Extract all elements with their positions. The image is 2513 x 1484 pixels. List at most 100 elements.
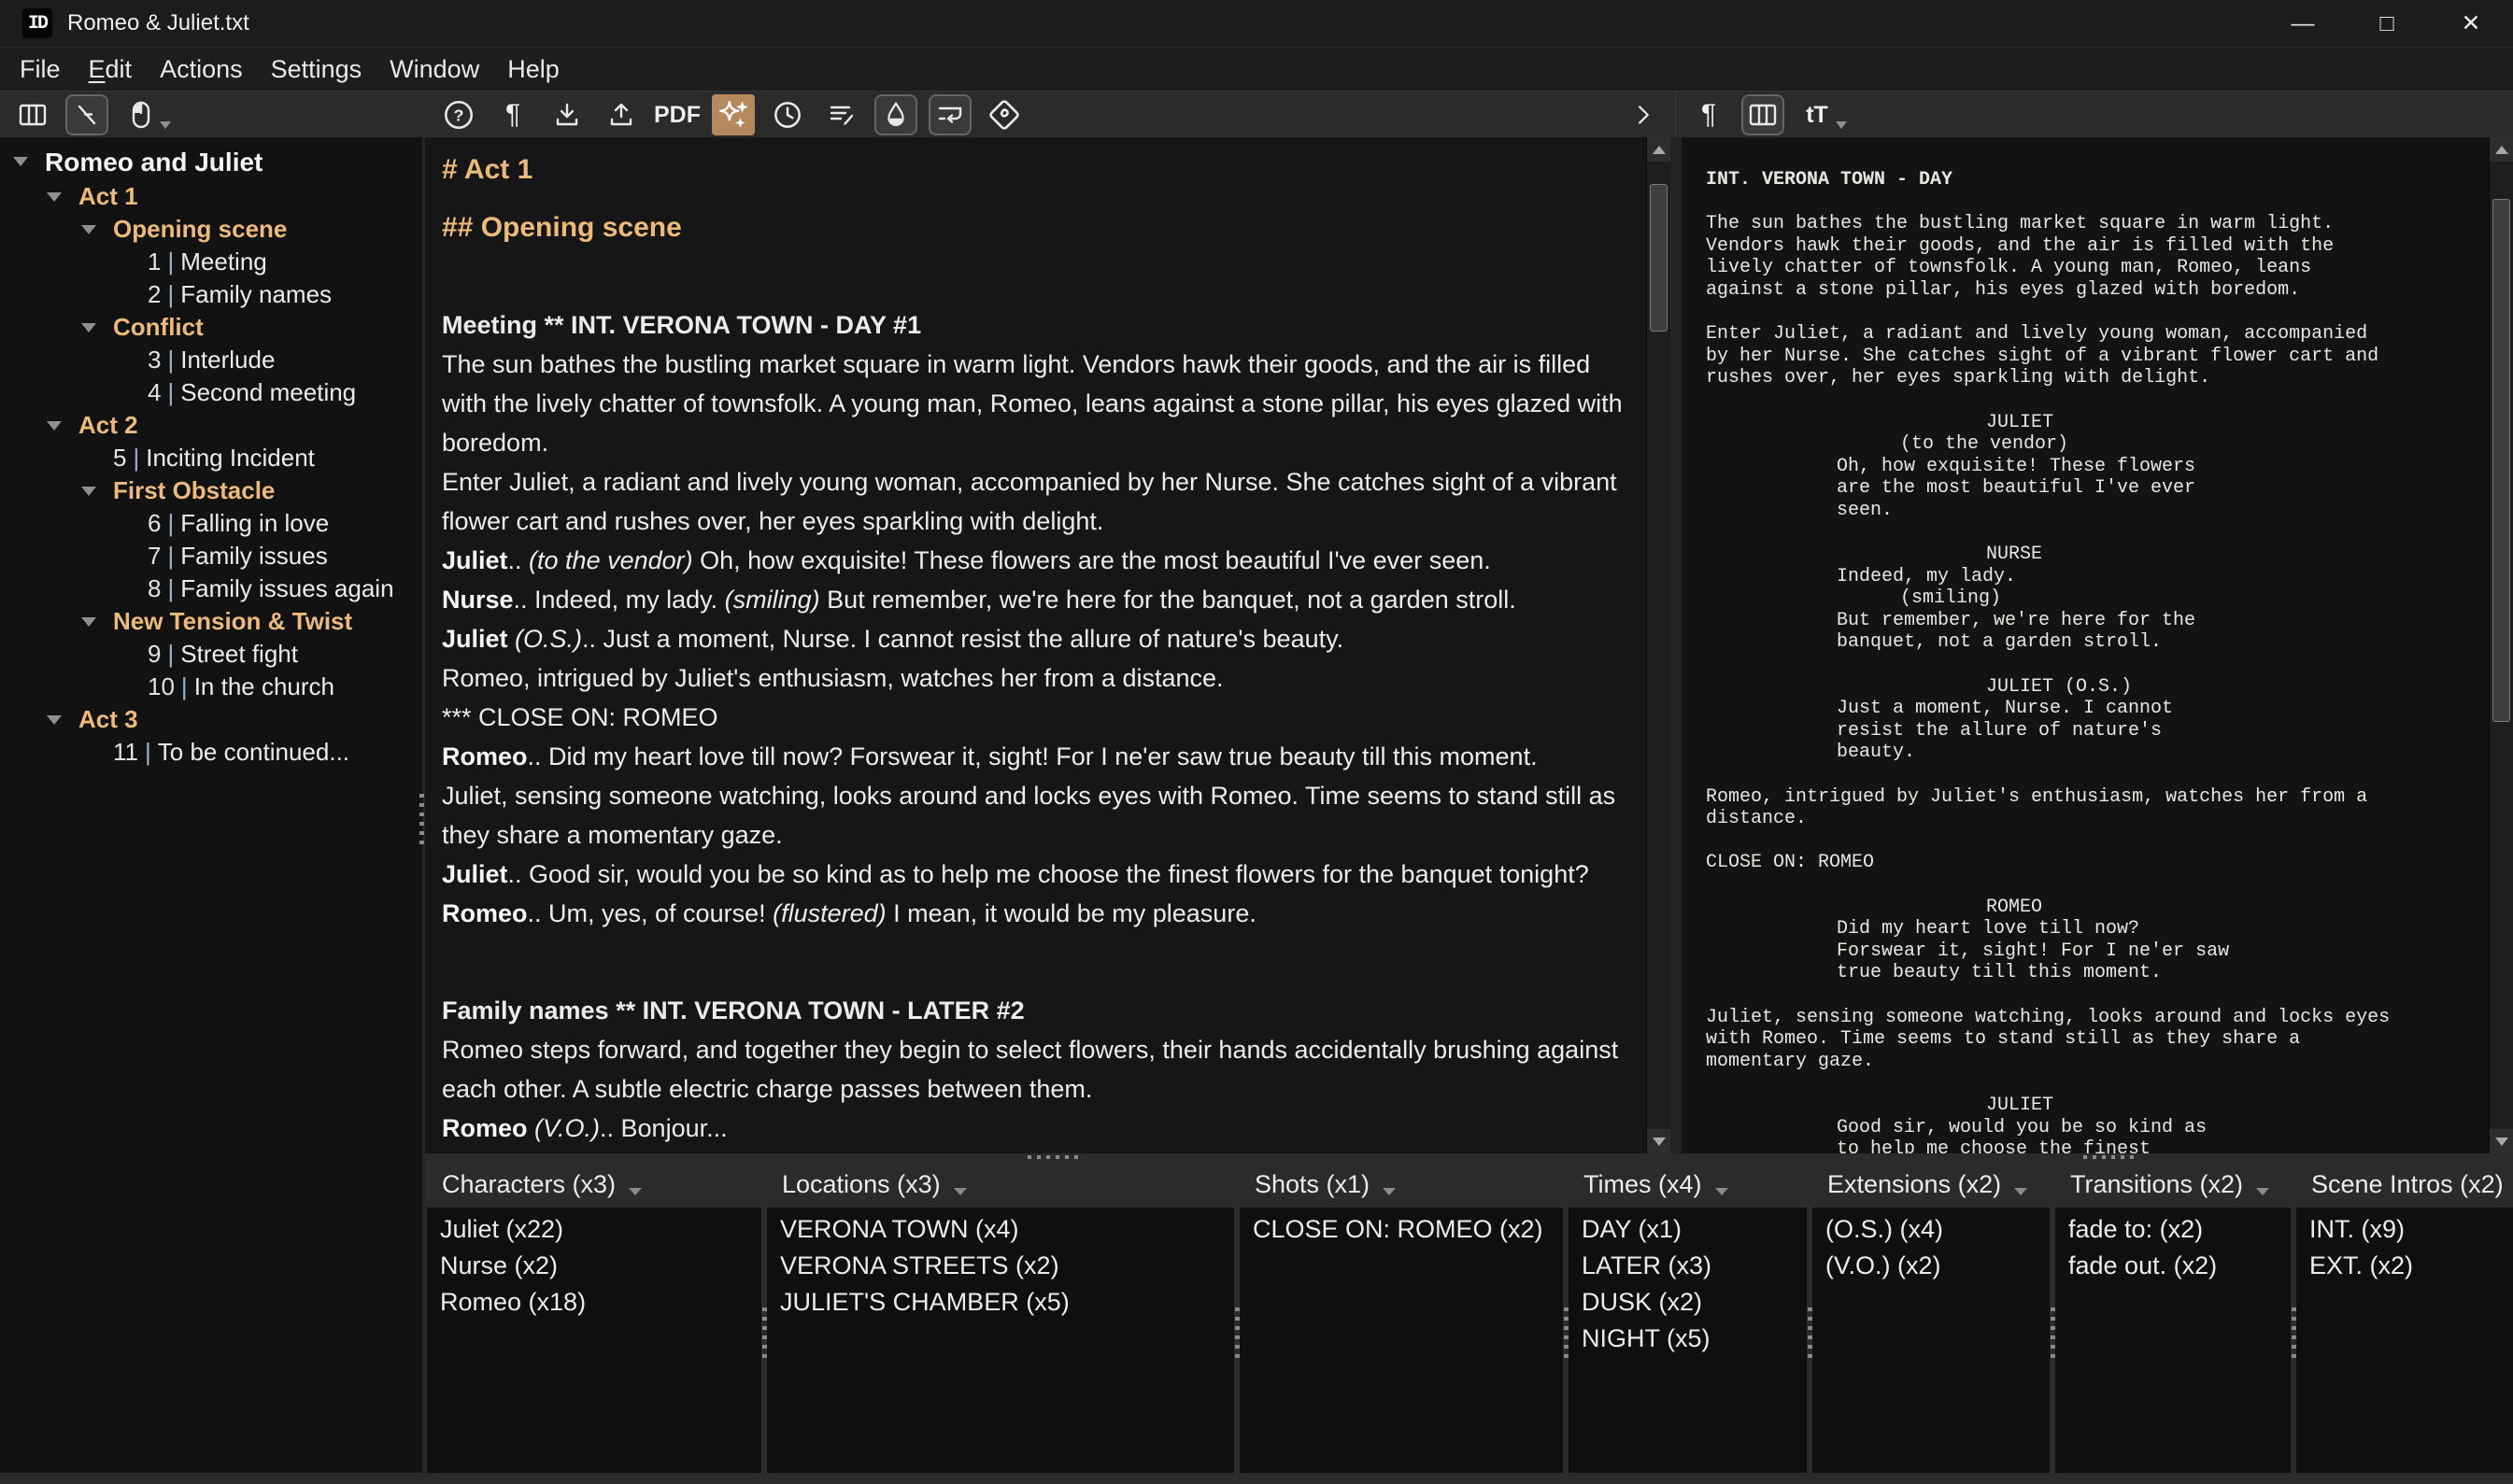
panel-splitter-grip[interactable] bbox=[1808, 1307, 1812, 1364]
list-item[interactable]: VERONA STREETS (x2) bbox=[780, 1248, 1234, 1284]
toolbar-overflow-button[interactable] bbox=[1622, 94, 1665, 135]
outline-item-opening-scene[interactable]: Opening scene bbox=[0, 213, 422, 246]
outline-item-4[interactable]: 4|Second meeting bbox=[0, 376, 422, 409]
outline-item-act-2[interactable]: Act 2 bbox=[0, 409, 422, 442]
text-wrap-button[interactable] bbox=[929, 94, 972, 135]
panel-splitter-grip[interactable] bbox=[2292, 1307, 2296, 1364]
minimize-button[interactable]: — bbox=[2261, 0, 2345, 47]
line-tool-button[interactable] bbox=[65, 94, 108, 135]
list-item[interactable]: Juliet (x22) bbox=[440, 1211, 761, 1248]
chevron-down-icon[interactable] bbox=[81, 225, 96, 234]
list-item[interactable]: CLOSE ON: ROMEO (x2) bbox=[1253, 1211, 1563, 1248]
outline-item-11[interactable]: 11|To be continued... bbox=[0, 736, 422, 769]
panel-splitter-grip[interactable] bbox=[1235, 1307, 1240, 1364]
chevron-down-icon[interactable] bbox=[47, 715, 62, 725]
list-item[interactable]: (V.O.) (x2) bbox=[1825, 1248, 2050, 1284]
outline-item-3[interactable]: 3|Interlude bbox=[0, 344, 422, 376]
outline-item-first-obstacle[interactable]: First Obstacle bbox=[0, 474, 422, 507]
list-item[interactable]: Nurse (x2) bbox=[440, 1248, 761, 1284]
chevron-down-icon[interactable] bbox=[81, 323, 96, 332]
preview-scroll-track[interactable] bbox=[2490, 162, 2513, 1129]
list-item[interactable]: DAY (x1) bbox=[1582, 1211, 1807, 1248]
edit-notes-button[interactable] bbox=[820, 94, 863, 135]
import-button[interactable] bbox=[546, 94, 589, 135]
chevron-down-icon[interactable] bbox=[2014, 1188, 2027, 1195]
help-button[interactable]: ? bbox=[437, 94, 480, 135]
chevron-down-icon[interactable] bbox=[81, 487, 96, 496]
export-button[interactable] bbox=[600, 94, 643, 135]
pdf-export-button[interactable]: PDF bbox=[654, 94, 701, 135]
menu-window[interactable]: Window bbox=[376, 55, 493, 84]
menu-help[interactable]: Help bbox=[493, 55, 574, 84]
sidebar-splitter-grip[interactable] bbox=[419, 794, 424, 850]
text-size-button[interactable]: tT bbox=[1796, 94, 1839, 135]
preview-scroll-down-button[interactable] bbox=[2490, 1129, 2513, 1153]
chevron-down-icon[interactable] bbox=[47, 421, 62, 431]
preview-scroll-thumb[interactable] bbox=[2492, 199, 2510, 722]
chevron-down-icon[interactable] bbox=[47, 192, 62, 202]
list-item[interactable]: fade to: (x2) bbox=[2068, 1211, 2291, 1248]
list-item[interactable]: EXT. (x2) bbox=[2309, 1248, 2513, 1284]
list-item[interactable]: NIGHT (x5) bbox=[1582, 1321, 1807, 1357]
panel-header[interactable]: Extensions (x2) bbox=[1812, 1161, 2050, 1208]
sparkles-button[interactable] bbox=[712, 94, 755, 135]
splitter-grip[interactable] bbox=[1028, 1155, 1080, 1159]
preview-scroll-up-button[interactable] bbox=[2490, 137, 2513, 162]
panel-header[interactable]: Shots (x1) bbox=[1240, 1161, 1563, 1208]
editor-preview-splitter[interactable] bbox=[1670, 137, 1682, 1153]
menu-edit[interactable]: Edit bbox=[75, 55, 147, 84]
chevron-down-icon[interactable] bbox=[13, 157, 28, 166]
list-item[interactable]: VERONA TOWN (x4) bbox=[780, 1211, 1234, 1248]
bottom-splitter[interactable] bbox=[425, 1153, 2513, 1161]
panel-splitter-grip[interactable] bbox=[1564, 1307, 1569, 1364]
list-item[interactable]: (O.S.) (x4) bbox=[1825, 1211, 2050, 1248]
panel-splitter-grip[interactable] bbox=[762, 1307, 767, 1364]
chevron-down-icon[interactable] bbox=[629, 1188, 642, 1195]
outline-item-7[interactable]: 7|Family issues bbox=[0, 540, 422, 572]
editor-scrollbar[interactable] bbox=[1646, 137, 1670, 1153]
editor-scroll-down-button[interactable] bbox=[1647, 1129, 1670, 1153]
preview-pilcrow-button[interactable]: ¶ bbox=[1687, 94, 1730, 135]
panel-header[interactable]: Locations (x3) bbox=[767, 1161, 1234, 1208]
list-item[interactable]: fade out. (x2) bbox=[2068, 1248, 2291, 1284]
chevron-down-icon[interactable] bbox=[954, 1188, 967, 1195]
panel-header[interactable]: Times (x4) bbox=[1569, 1161, 1807, 1208]
list-item[interactable]: INT. (x9) bbox=[2309, 1211, 2513, 1248]
maximize-button[interactable]: □ bbox=[2345, 0, 2429, 47]
list-item[interactable]: DUSK (x2) bbox=[1582, 1284, 1807, 1321]
list-item[interactable]: Romeo (x18) bbox=[440, 1284, 761, 1321]
chevron-down-icon[interactable] bbox=[2256, 1188, 2269, 1195]
list-item[interactable]: JULIET'S CHAMBER (x5) bbox=[780, 1284, 1234, 1321]
outline-item-9[interactable]: 9|Street fight bbox=[0, 638, 422, 671]
outline-item-romeo-and-juliet[interactable]: Romeo and Juliet bbox=[0, 145, 422, 180]
columns-view-button[interactable] bbox=[11, 94, 54, 135]
outline-item-10[interactable]: 10|In the church bbox=[0, 671, 422, 703]
splitter-grip[interactable] bbox=[2083, 1155, 2136, 1159]
panel-splitter-grip[interactable] bbox=[2051, 1307, 2055, 1364]
mouse-mode-button[interactable] bbox=[120, 94, 163, 135]
outline-item-1[interactable]: 1|Meeting bbox=[0, 246, 422, 278]
outline-item-conflict[interactable]: Conflict bbox=[0, 311, 422, 344]
ink-drop-button[interactable] bbox=[874, 94, 917, 135]
chevron-down-icon[interactable] bbox=[1715, 1188, 1728, 1195]
editor-scroll-up-button[interactable] bbox=[1647, 137, 1670, 162]
panel-header[interactable]: Transitions (x2) bbox=[2055, 1161, 2291, 1208]
preview-columns-button[interactable] bbox=[1741, 94, 1784, 135]
list-item[interactable]: LATER (x3) bbox=[1582, 1248, 1807, 1284]
fountain-button[interactable] bbox=[983, 94, 1026, 135]
history-button[interactable] bbox=[766, 94, 809, 135]
outline-item-new-tension-twist[interactable]: New Tension & Twist bbox=[0, 605, 422, 638]
panel-header[interactable]: Characters (x3) bbox=[427, 1161, 761, 1208]
menu-settings[interactable]: Settings bbox=[257, 55, 376, 84]
preview-scrollbar[interactable] bbox=[2489, 137, 2513, 1153]
pilcrow-button[interactable]: ¶ bbox=[491, 94, 534, 135]
editor-scroll-thumb[interactable] bbox=[1650, 184, 1668, 332]
chevron-down-icon[interactable] bbox=[81, 617, 96, 627]
preview-pane[interactable]: INT. VERONA TOWN - DAY The sun bathes th… bbox=[1682, 137, 2489, 1153]
outline-item-6[interactable]: 6|Falling in love bbox=[0, 507, 422, 540]
outline-item-act-3[interactable]: Act 3 bbox=[0, 703, 422, 736]
outline-item-8[interactable]: 8|Family issues again bbox=[0, 572, 422, 605]
menu-file[interactable]: File bbox=[6, 55, 75, 84]
outline-item-2[interactable]: 2|Family names bbox=[0, 278, 422, 311]
outline-item-act-1[interactable]: Act 1 bbox=[0, 180, 422, 213]
